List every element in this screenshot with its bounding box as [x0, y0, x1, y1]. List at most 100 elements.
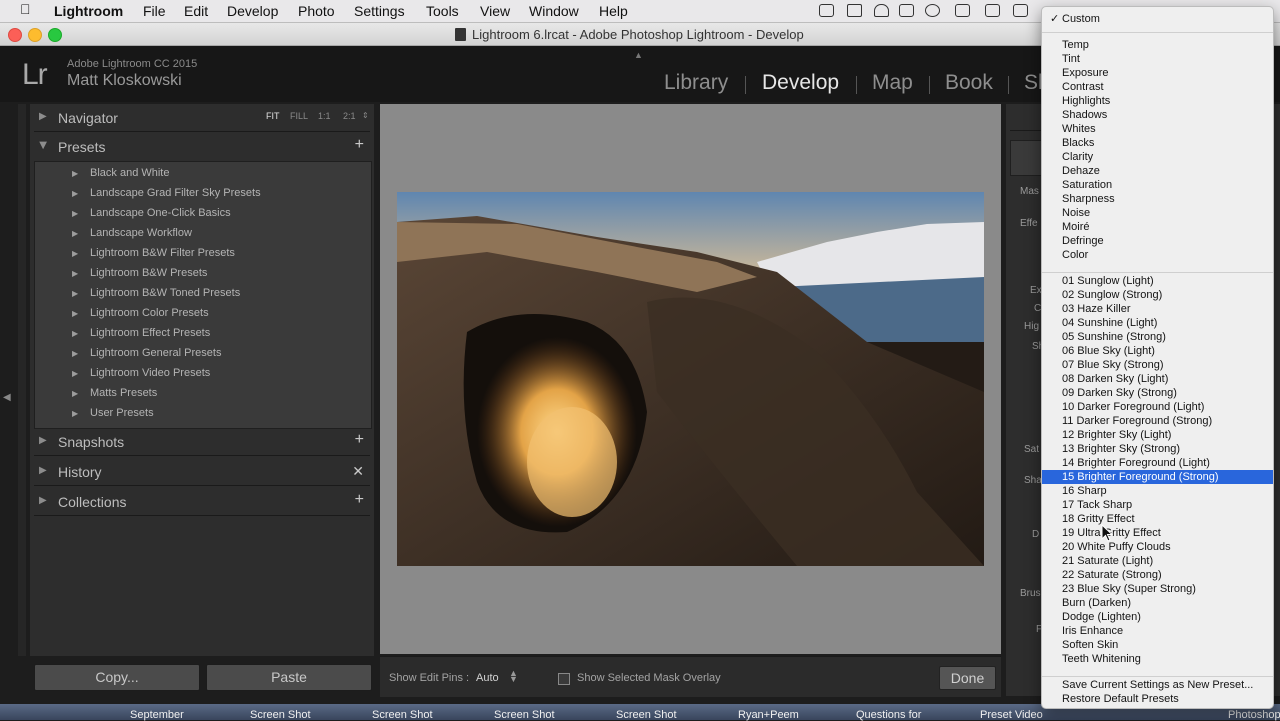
menu-item[interactable]: Saturation — [1042, 178, 1273, 192]
menu-item[interactable]: 13 Brighter Sky (Strong) — [1042, 442, 1273, 456]
preset-folder[interactable]: ▶ User Presets — [35, 404, 371, 424]
add-preset-icon[interactable]: + — [355, 136, 364, 154]
menu-item[interactable]: Noise — [1042, 206, 1273, 220]
preset-folder[interactable]: ▶ Black and White — [35, 164, 371, 184]
menu-item[interactable]: Contrast — [1042, 80, 1273, 94]
menu-item[interactable]: 14 Brighter Foreground (Light) — [1042, 456, 1273, 470]
menu-develop[interactable]: Develop — [227, 3, 278, 19]
collections-header[interactable]: ▶ Collections + — [30, 488, 374, 516]
cloud-icon[interactable] — [925, 4, 940, 17]
preset-folder[interactable]: ▶ Lightroom B&W Presets — [35, 264, 371, 284]
screen-icon[interactable] — [955, 4, 970, 17]
menu-item[interactable]: 15 Brighter Foreground (Strong) — [1042, 470, 1273, 484]
menu-item[interactable]: 17 Tack Sharp — [1042, 498, 1273, 512]
menu-item[interactable]: Highlights — [1042, 94, 1273, 108]
menu-item[interactable]: Dodge (Lighten) — [1042, 610, 1273, 624]
zoom-fit[interactable]: FIT — [266, 111, 280, 121]
left-panel-scroll-track[interactable] — [18, 104, 26, 656]
menu-item[interactable]: 03 Haze Killer — [1042, 302, 1273, 316]
menu-item[interactable]: Moiré — [1042, 220, 1273, 234]
menu-item[interactable]: Blacks — [1042, 136, 1273, 150]
dock-item[interactable]: Ryan+Peem — [738, 709, 799, 721]
menu-item[interactable]: Shadows — [1042, 108, 1273, 122]
mask-overlay-checkbox[interactable] — [558, 673, 570, 685]
menu-item-restore-defaults[interactable]: Restore Default Presets — [1042, 692, 1273, 706]
menu-item[interactable]: 21 Saturate (Light) — [1042, 554, 1273, 568]
dock-item[interactable]: Screen Shot — [250, 709, 311, 721]
navigator-header[interactable]: ▶ Navigator FIT FILL 1:1 2:1 ⇕ — [30, 104, 374, 132]
camera-icon[interactable] — [985, 4, 1000, 17]
menu-item[interactable]: Tint — [1042, 52, 1273, 66]
dock-item[interactable]: Photoshop — [1228, 709, 1280, 721]
edit-pins-select[interactable]: Auto — [476, 672, 499, 684]
battery-icon[interactable] — [1013, 4, 1028, 17]
preset-folder[interactable]: ▶ Lightroom Effect Presets — [35, 324, 371, 344]
menu-item[interactable]: 20 White Puffy Clouds — [1042, 540, 1273, 554]
menu-window[interactable]: Window — [529, 3, 579, 19]
minimize-window-button[interactable] — [28, 28, 42, 42]
preset-folder[interactable]: ▶ Lightroom B&W Toned Presets — [35, 284, 371, 304]
menu-item[interactable]: 06 Blue Sky (Light) — [1042, 344, 1273, 358]
module-library[interactable]: Library — [664, 71, 728, 95]
menu-item[interactable]: Dehaze — [1042, 164, 1273, 178]
paste-button[interactable]: Paste — [206, 664, 372, 691]
menu-item[interactable]: Soften Skin — [1042, 638, 1273, 652]
menu-settings[interactable]: Settings — [354, 3, 405, 19]
dock-item[interactable]: September — [130, 709, 184, 721]
preset-folder[interactable]: ▶ Lightroom General Presets — [35, 344, 371, 364]
preset-folder[interactable]: ▶ Lightroom B&W Filter Presets — [35, 244, 371, 264]
add-collection-icon[interactable]: + — [355, 491, 364, 509]
menu-item[interactable]: 10 Darker Foreground (Light) — [1042, 400, 1273, 414]
dock-item[interactable]: Questions for — [856, 709, 921, 721]
menu-item[interactable]: 18 Gritty Effect — [1042, 512, 1273, 526]
menu-item-custom[interactable]: ✓ Custom — [1042, 12, 1273, 26]
presets-header[interactable]: ▶ Presets + — [30, 133, 374, 161]
zoom-fill[interactable]: FILL — [290, 111, 308, 121]
apple-menu-icon[interactable]:  — [20, 1, 31, 17]
preset-folder[interactable]: ▶ Matts Presets — [35, 384, 371, 404]
menu-file[interactable]: File — [143, 3, 166, 19]
image-canvas[interactable] — [380, 104, 1001, 654]
menu-item[interactable]: Clarity — [1042, 150, 1273, 164]
dock-item[interactable]: Screen Shot — [372, 709, 433, 721]
menu-item[interactable]: Exposure — [1042, 66, 1273, 80]
dock-item[interactable]: Screen Shot — [616, 709, 677, 721]
menu-item[interactable]: 01 Sunglow (Light) — [1042, 274, 1273, 288]
dock-item[interactable]: Preset Video — [980, 709, 1043, 721]
collapse-top-arrow-icon[interactable]: ▲ — [634, 50, 643, 60]
menu-item[interactable]: Sharpness — [1042, 192, 1273, 206]
menu-item[interactable]: 23 Blue Sky (Super Strong) — [1042, 582, 1273, 596]
app-menu[interactable]: Lightroom — [54, 3, 123, 19]
preset-folder[interactable]: ▶ Landscape One-Click Basics — [35, 204, 371, 224]
menu-item[interactable]: Burn (Darken) — [1042, 596, 1273, 610]
preset-folder[interactable]: ▶ Lightroom Color Presets — [35, 304, 371, 324]
menu-item[interactable]: 11 Darker Foreground (Strong) — [1042, 414, 1273, 428]
menu-item[interactable]: 09 Darken Sky (Strong) — [1042, 386, 1273, 400]
menu-item[interactable]: Whites — [1042, 122, 1273, 136]
select-arrows-icon[interactable]: ▲ ▼ — [509, 669, 518, 684]
done-button[interactable]: Done — [939, 666, 996, 690]
module-slideshow[interactable]: Sl — [1024, 71, 1043, 95]
drive-icon[interactable] — [874, 4, 889, 17]
preset-folder[interactable]: ▶ Lightroom Video Presets — [35, 364, 371, 384]
close-window-button[interactable] — [8, 28, 22, 42]
clear-history-icon[interactable]: ✕ — [352, 463, 364, 480]
tool-strip[interactable] — [1010, 140, 1042, 176]
module-book[interactable]: Book — [945, 71, 993, 95]
module-map[interactable]: Map — [872, 71, 913, 95]
menu-item[interactable]: 22 Saturate (Strong) — [1042, 568, 1273, 582]
menu-item-save-preset[interactable]: Save Current Settings as New Preset... — [1042, 678, 1273, 692]
history-header[interactable]: ▶ History ✕ — [30, 458, 374, 486]
menu-item[interactable]: Color — [1042, 248, 1273, 262]
menu-item[interactable]: Teeth Whitening — [1042, 652, 1273, 666]
tray-check-icon[interactable] — [819, 4, 834, 17]
menu-item[interactable]: 04 Sunshine (Light) — [1042, 316, 1273, 330]
menu-help[interactable]: Help — [599, 3, 628, 19]
menu-view[interactable]: View — [480, 3, 510, 19]
collapse-left-arrow-icon[interactable]: ◀ — [3, 392, 11, 403]
zoom-1-1[interactable]: 1:1 — [318, 111, 331, 121]
menu-item[interactable]: 05 Sunshine (Strong) — [1042, 330, 1273, 344]
snapshots-header[interactable]: ▶ Snapshots + — [30, 428, 374, 456]
evernote-icon[interactable] — [899, 4, 914, 17]
add-snapshot-icon[interactable]: + — [355, 431, 364, 449]
